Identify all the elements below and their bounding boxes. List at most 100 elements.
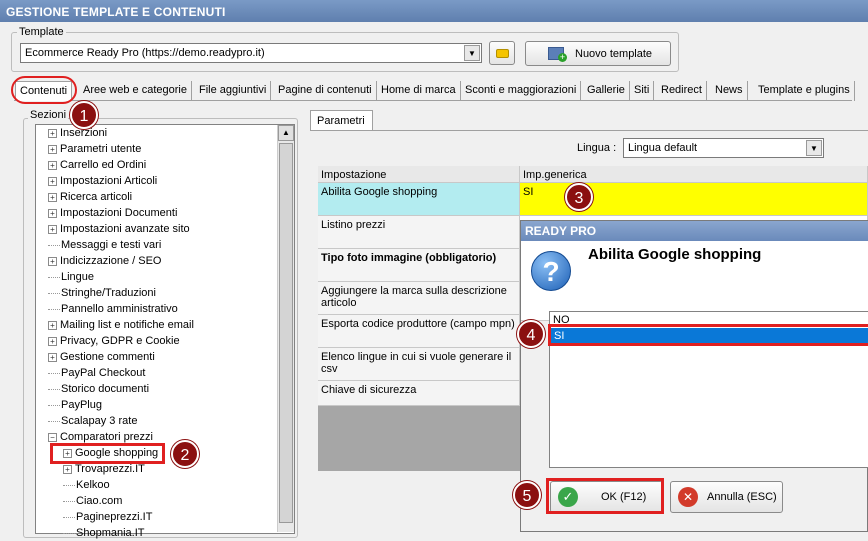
tab-label: Home di marca	[381, 84, 456, 96]
tree-item[interactable]: + Mailing list e notifiche email	[48, 317, 194, 333]
cancel-button[interactable]: ✕ Annulla (ESC)	[670, 481, 783, 513]
tree-item-label: Ricerca articoli	[60, 191, 133, 203]
tree-item-label: PayPlug	[61, 399, 102, 411]
tree-item[interactable]: + Ricerca articoli	[48, 189, 132, 205]
tree-item-label: Parametri utente	[60, 143, 142, 155]
params-tab[interactable]: Parametri	[310, 110, 373, 131]
scroll-thumb[interactable]	[279, 143, 293, 523]
params-tab-label: Parametri	[317, 115, 365, 127]
tree-item[interactable]: Pannello amministrativo	[48, 301, 178, 317]
expand-icon[interactable]: +	[48, 224, 57, 234]
close-icon: ✕	[678, 487, 698, 507]
tree-item-label: Privacy, GDPR e Cookie	[60, 335, 180, 347]
expand-icon[interactable]: +	[48, 176, 57, 186]
cancel-button-label: Annulla (ESC)	[707, 491, 777, 503]
expand-icon[interactable]: +	[48, 352, 57, 362]
tree-item-label: Impostazioni avanzate sito	[60, 223, 190, 235]
tree-item-label: Kelkoo	[76, 479, 110, 491]
tree-item-label: Lingue	[61, 271, 95, 283]
expand-icon[interactable]: +	[48, 192, 57, 202]
tab-sconti[interactable]: Sconti e maggiorazioni	[461, 81, 582, 101]
tree-sub-item[interactable]: Pagineprezzi.IT	[63, 509, 152, 525]
tree-item[interactable]: + Impostazioni Articoli	[48, 173, 157, 189]
tab-news[interactable]: News	[711, 81, 748, 101]
tree-connector	[48, 404, 60, 406]
chevron-down-icon[interactable]: ▼	[464, 45, 480, 61]
expand-icon[interactable]: +	[48, 208, 57, 218]
tree-item-label: Shopmania.IT	[76, 527, 145, 539]
chevron-down-icon[interactable]: ▼	[806, 140, 822, 156]
expand-icon[interactable]: +	[48, 336, 57, 346]
grid-row-label[interactable]: Abilita Google shopping	[318, 183, 520, 216]
grid-row-label[interactable]: Esporta codice produttore (campo mpn)	[318, 315, 520, 348]
tab-gallerie[interactable]: Gallerie	[583, 81, 630, 101]
tree-item[interactable]: Lingue	[48, 269, 94, 285]
tab-aree-web[interactable]: Aree web e categorie	[79, 81, 192, 101]
tree-item-label: Trovaprezzi.IT	[75, 463, 145, 475]
grid-row-label[interactable]: Tipo foto immagine (obbligatorio)	[318, 249, 520, 282]
tab-home-marca[interactable]: Home di marca	[377, 81, 461, 101]
scroll-up-button[interactable]: ▲	[278, 125, 294, 141]
collapse-icon[interactable]: −	[48, 432, 57, 442]
tree-connector	[48, 292, 60, 294]
tree-item[interactable]: + Impostazioni avanzate sito	[48, 221, 190, 237]
dialog-question: Abilita Google shopping	[588, 246, 762, 263]
expand-icon[interactable]: +	[48, 256, 57, 266]
expand-icon[interactable]: +	[48, 128, 57, 138]
callout-4: 4	[517, 320, 545, 348]
tab-redirect[interactable]: Redirect	[657, 81, 707, 101]
tree-item-label: PayPal Checkout	[61, 367, 146, 379]
tree-item[interactable]: PayPal Checkout	[48, 365, 145, 381]
tree-connector	[63, 532, 75, 534]
tree-item[interactable]: Scalapay 3 rate	[48, 413, 137, 429]
grid-row-label[interactable]: Chiave di sicurezza	[318, 381, 520, 406]
grid-row-label[interactable]: Listino prezzi	[318, 216, 520, 249]
tree-item[interactable]: + Carrello ed Ordini	[48, 157, 146, 173]
tree-item[interactable]: PayPlug	[48, 397, 102, 413]
tree-item-label: Messaggi e testi vari	[61, 239, 162, 251]
dialog-title-bar: READY PRO	[521, 221, 868, 241]
tree-item[interactable]: Storico documenti	[48, 381, 149, 397]
folder-button[interactable]	[489, 41, 515, 65]
template-select[interactable]: Ecommerce Ready Pro (https://demo.readyp…	[20, 43, 482, 63]
tree-item[interactable]: + Gestione commenti	[48, 349, 155, 365]
expand-icon[interactable]: +	[48, 160, 57, 170]
expand-icon[interactable]: +	[63, 464, 72, 474]
template-legend: Template	[17, 26, 66, 38]
tree-item[interactable]: Stringhe/Traduzioni	[48, 285, 156, 301]
contenuti-tab-highlight	[11, 76, 77, 104]
expand-icon[interactable]: +	[48, 320, 57, 330]
callout-2: 2	[171, 440, 199, 468]
tree-sub-item[interactable]: Ciao.com	[63, 493, 122, 509]
tab-pagine-contenuti[interactable]: Pagine di contenuti	[274, 81, 377, 101]
grid-row-label[interactable]: Aggiungere la marca sulla descrizione ar…	[318, 282, 520, 315]
tree-item-label: Ciao.com	[76, 495, 123, 507]
tree-sub-item[interactable]: Shopmania.IT	[63, 525, 144, 541]
new-template-button[interactable]: + Nuovo template	[525, 41, 671, 66]
lingua-select[interactable]: Lingua default ▼	[623, 138, 824, 158]
tree-sub-item[interactable]: Kelkoo	[63, 477, 110, 493]
tab-file-aggiuntivi[interactable]: File aggiuntivi	[195, 81, 272, 101]
tree-item[interactable]: + Parametri utente	[48, 141, 141, 157]
tab-template-plugins[interactable]: Template e plugins	[754, 81, 855, 101]
tree-connector	[63, 484, 75, 486]
tab-siti[interactable]: Siti	[630, 81, 655, 101]
tree-item[interactable]: + Privacy, GDPR e Cookie	[48, 333, 180, 349]
tab-label: Gallerie	[587, 84, 625, 96]
tree-item-label: Pagineprezzi.IT	[76, 511, 153, 523]
tree-item[interactable]: + Impostazioni Documenti	[48, 205, 177, 221]
grid-row-label[interactable]: Elenco lingue in cui si vuole generare i…	[318, 348, 520, 381]
tree-item[interactable]: + Indicizzazione / SEO	[48, 253, 162, 269]
tree-item[interactable]: Messaggi e testi vari	[48, 237, 161, 253]
expand-icon[interactable]: +	[48, 144, 57, 154]
tab-label: Siti	[634, 84, 650, 96]
tree-item-label: Impostazioni Articoli	[60, 175, 158, 187]
tree-scrollbar[interactable]: ▲	[277, 125, 294, 532]
tree-item-label: Comparatori prezzi	[60, 431, 153, 443]
tree-item-label: Indicizzazione / SEO	[60, 255, 162, 267]
tree-item-label: Mailing list e notifiche email	[60, 319, 194, 331]
params-tab-line	[310, 130, 868, 131]
tree-connector	[48, 276, 60, 278]
tree-connector	[48, 420, 60, 422]
new-template-label: Nuovo template	[575, 48, 653, 60]
